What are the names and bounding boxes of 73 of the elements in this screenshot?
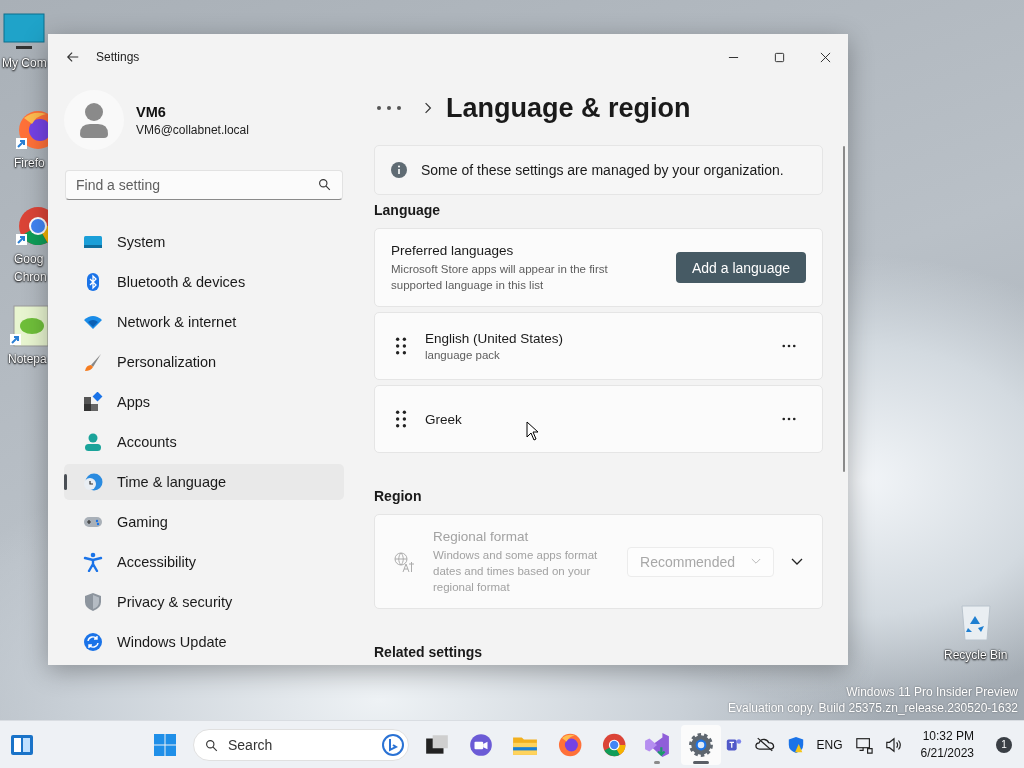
chevron-right-icon [424,102,432,114]
shield-icon [83,592,103,612]
sidebar-item[interactable]: Accessibility [64,544,344,580]
card-description: Microsoft Store apps will appear in the first supported language in this list [391,261,609,293]
more-dots-icon [376,104,402,112]
window-title: Settings [96,50,140,64]
sidebar-item[interactable]: Accounts [64,424,344,460]
network-icon[interactable] [854,735,873,754]
clock-button[interactable]: 10:32 PM 6/21/2023 [920,729,974,760]
account-name: VM6 [136,103,167,120]
sidebar-item[interactable]: Windows Update [64,624,344,660]
globe-clock-icon [83,472,103,492]
sidebar-item[interactable]: Privacy & security [64,584,344,620]
chevron-down-icon [791,557,803,566]
windows-logo-icon [153,732,177,757]
apps-grid-icon [83,392,103,412]
taskbar-app-button[interactable] [681,724,721,765]
security-shield-icon[interactable] [786,735,805,754]
globe-text-icon [393,550,415,573]
taskbar-search-field[interactable]: Search [193,728,409,761]
language-name: Greek [425,411,463,427]
add-language-button[interactable]: Add a language [675,252,806,283]
section-heading: Related settings [374,643,484,662]
firefox-icon [556,731,582,758]
accessibility-figure-icon [83,552,103,572]
sidebar-item[interactable]: Bluetooth & devices [64,264,344,300]
language-detail: language pack [425,349,501,361]
clock-date: 6/21/2023 [920,746,974,760]
cloud-off-icon[interactable] [754,737,775,752]
maximize-icon [773,51,785,63]
sidebar-item[interactable]: Gaming [64,504,344,540]
notice-text: Some of these settings are managed by your organization. [421,162,784,178]
page-title: Language & region [446,92,691,124]
account-email: VM6@collabnet.local [136,122,249,137]
person-icon [83,432,103,452]
card-title: Preferred languages [391,242,515,258]
sidebar-item[interactable]: Time & language [64,464,344,500]
settings-icon [688,731,714,758]
monitor-icon[interactable] [2,12,46,52]
notification-badge[interactable]: 1 [996,736,1012,753]
volume-icon[interactable] [884,735,903,754]
back-arrow-icon [66,50,80,64]
more-dots-icon [782,417,796,421]
info-icon [391,162,407,178]
more-dots-icon [782,344,796,348]
desktop-build-notice: Windows 11 Pro Insider Preview [846,685,1018,699]
desktop-build-notice: Evaluation copy. Build 25375.zn_release.230520-1632 [728,701,1018,715]
search-icon [205,738,218,752]
close-icon [819,51,831,63]
caret-icon [751,558,761,565]
drag-handle-icon[interactable] [395,410,407,428]
search-icon [318,178,331,191]
language-name: English (United States) [425,331,565,346]
input-language-indicator[interactable]: ENG [816,737,843,752]
sidebar-item[interactable]: Apps [64,384,344,420]
sidebar-item[interactable]: Network & internet [64,304,344,340]
section-heading: Language [374,201,442,220]
drag-handle-icon[interactable] [395,337,407,355]
avatar-icon [64,90,124,150]
settings-search-field[interactable]: Find a setting [65,170,343,200]
sidebar-item[interactable]: Personalization [64,344,344,380]
video-chat-icon [468,731,494,758]
card-description: Windows and some apps format dates and times based on your regional format [433,547,599,595]
mouse-cursor-icon [526,421,540,441]
chrome-icon [600,731,626,758]
widgets-icon [10,732,34,757]
clock-time: 10:32 PM [922,729,974,743]
refresh-arrows-icon [83,632,103,652]
notepad-icon[interactable] [8,304,48,348]
visual-studio-icon [644,731,670,758]
card-title: Regional format [433,528,530,544]
section-heading: Region [374,487,423,506]
sidebar-item[interactable]: System [64,224,344,260]
